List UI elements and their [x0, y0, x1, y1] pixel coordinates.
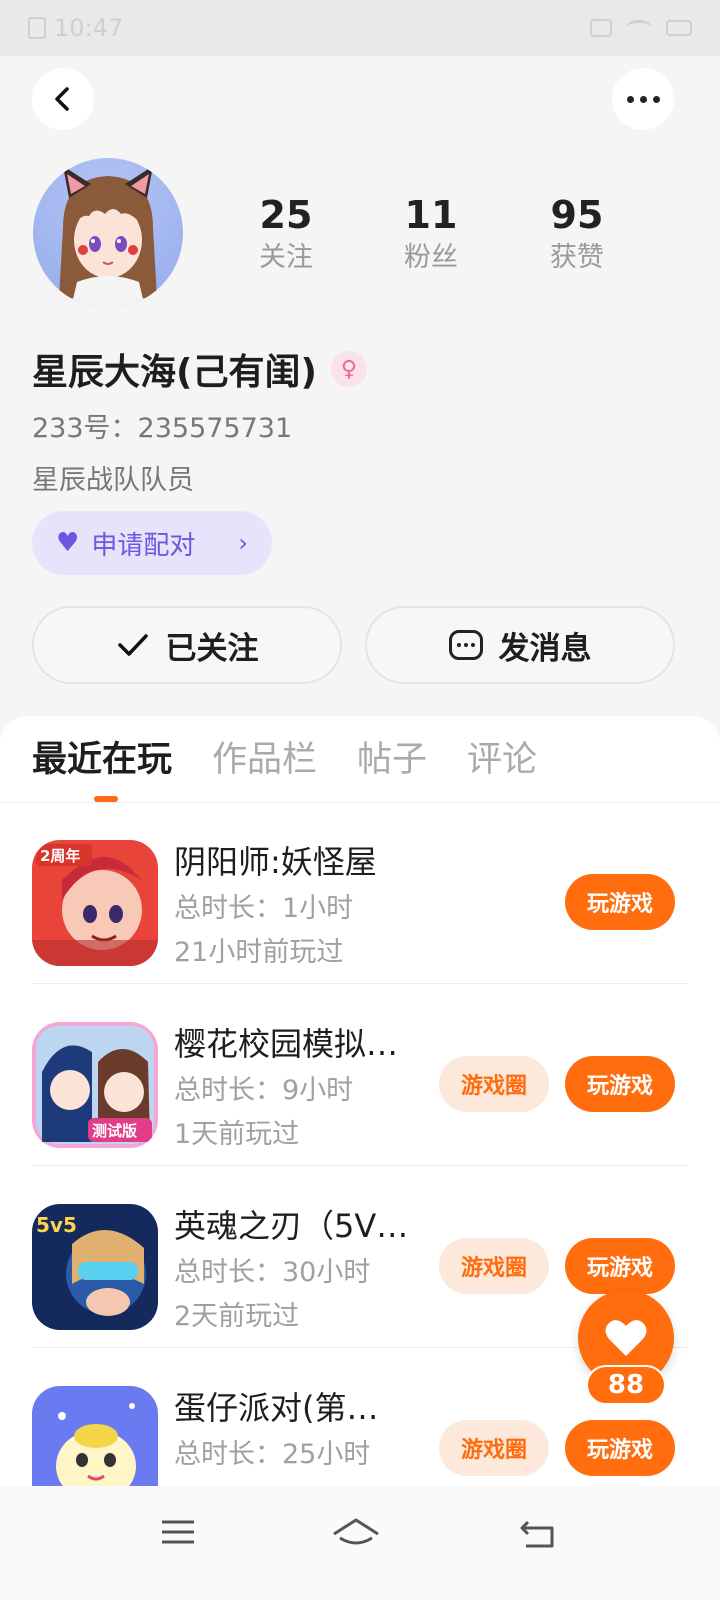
like-count-badge: 88 [586, 1365, 666, 1405]
heart-icon [605, 1320, 647, 1356]
menu-icon[interactable] [148, 1512, 208, 1552]
likes-count: 95 [550, 193, 604, 237]
game-circle-button[interactable]: 游戏圈 [439, 1420, 549, 1476]
game-duration: 总时长：30小时 [174, 1257, 371, 1288]
document-icon [28, 17, 46, 39]
system-nav-bar [0, 1486, 720, 1600]
game-circle-button[interactable]: 游戏圈 [439, 1238, 549, 1294]
more-button[interactable] [612, 68, 674, 130]
followers-label: 粉丝 [404, 242, 458, 273]
apply-pair-label: 申请配对 [91, 530, 196, 561]
game-duration: 总时长：9小时 [174, 1075, 354, 1106]
chevron-right-icon: › [238, 529, 248, 557]
apply-pair-button[interactable]: ♥ 申请配对 › [32, 511, 272, 575]
chat-bubble-icon [448, 630, 483, 660]
game-icon-onmyoji[interactable]: 2周年 [32, 840, 158, 966]
check-icon [117, 634, 148, 656]
game-title[interactable]: 阴阳师:妖怪屋 [174, 840, 424, 884]
wifi-icon [626, 20, 652, 36]
avatar-illustration [59, 166, 157, 308]
game-duration: 总时长：25小时 [174, 1439, 371, 1470]
battery-icon [666, 20, 692, 36]
followers-count: 11 [404, 193, 458, 237]
tab-works[interactable]: 作品栏 [212, 736, 317, 784]
username: 星辰大海(己有闺) [32, 352, 317, 393]
game-icon-eggy-party[interactable] [32, 1386, 158, 1496]
game-icon-badge: 2周年 [40, 847, 80, 865]
play-game-button[interactable]: 玩游戏 [565, 1238, 675, 1294]
game-title[interactable]: 蛋仔派对(第… [174, 1386, 424, 1430]
avatar[interactable] [33, 158, 183, 308]
game-icon-heroes-blade[interactable]: 5v5 [32, 1204, 158, 1330]
status-icons [590, 19, 692, 37]
tab-comments[interactable]: 评论 [467, 736, 537, 784]
game-last-played: 21小时前玩过 [174, 937, 344, 968]
status-bar: 10:47 [0, 0, 720, 56]
game-title[interactable]: 樱花校园模拟… [174, 1022, 424, 1066]
stat-following[interactable]: 25 关注 [226, 192, 346, 278]
game-title[interactable]: 英魂之刃（5V… [174, 1204, 424, 1248]
game-icon-image: 5v5 [32, 1204, 158, 1330]
game-last-played: 1天前玩过 [174, 1119, 300, 1150]
send-message-button[interactable]: 发消息 [365, 606, 675, 684]
female-gender-icon: ♀ [330, 351, 367, 387]
play-game-button[interactable]: 玩游戏 [565, 1420, 675, 1476]
silent-icon [590, 19, 612, 37]
play-game-button[interactable]: 玩游戏 [565, 874, 675, 930]
likes-label: 获赞 [550, 242, 604, 273]
stat-likes[interactable]: 95 获赞 [517, 192, 637, 278]
following-count: 25 [259, 193, 313, 237]
game-circle-button[interactable]: 游戏圈 [439, 1056, 549, 1112]
send-message-label: 发消息 [498, 630, 592, 667]
game-last-played: 2天前玩过 [174, 1301, 300, 1332]
tab-posts[interactable]: 帖子 [357, 736, 427, 784]
game-icon-image [32, 1386, 158, 1496]
game-duration: 总时长：1小时 [174, 893, 354, 924]
game-row[interactable]: 2周年 阴阳师:妖怪屋 总时长：1小时 21小时前玩过 玩游戏 [0, 802, 720, 984]
stat-followers[interactable]: 11 粉丝 [371, 192, 491, 278]
game-row[interactable]: 测试版 樱花校园模拟… 总时长：9小时 1天前玩过 游戏圈 玩游戏 [0, 984, 720, 1166]
status-time: 10:47 [28, 14, 123, 42]
back-arrow-icon [55, 87, 69, 111]
followed-button[interactable]: 已关注 [32, 606, 342, 684]
following-label: 关注 [259, 242, 313, 273]
user-id: 233号：235575731 [32, 413, 293, 444]
game-icon-image: 测试版 [32, 1022, 158, 1148]
back-nav-icon[interactable] [508, 1512, 568, 1552]
user-bio: 星辰战队队员 [32, 465, 194, 496]
status-time-text: 10:47 [54, 14, 124, 42]
tab-bar: 最近在玩 作品栏 帖子 评论 [32, 736, 537, 784]
game-icon-sakura-school[interactable]: 测试版 [32, 1022, 158, 1148]
followed-label: 已关注 [165, 630, 259, 667]
username-row: 星辰大海(己有闺) ♀ [32, 343, 367, 395]
tab-recently-played[interactable]: 最近在玩 [32, 736, 172, 784]
home-icon[interactable] [326, 1512, 386, 1552]
more-dots-icon [626, 95, 660, 103]
game-icon-image: 2周年 [32, 840, 158, 966]
game-icon-badge: 测试版 [92, 1122, 137, 1140]
heart-icon: ♥ [56, 528, 80, 558]
play-game-button[interactable]: 玩游戏 [565, 1056, 675, 1112]
back-button[interactable] [32, 68, 94, 130]
game-icon-badge: 5v5 [36, 1213, 77, 1237]
